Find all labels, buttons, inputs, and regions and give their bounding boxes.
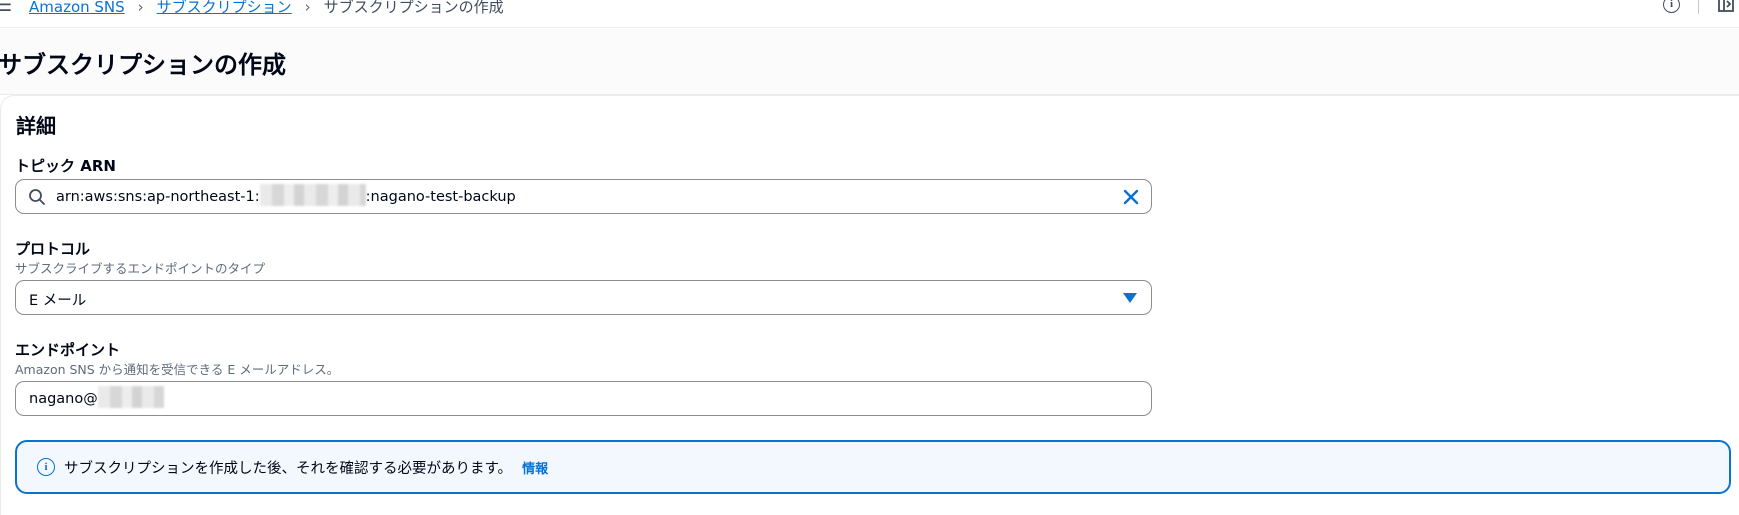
close-icon[interactable] [1121,187,1141,207]
divider [1698,0,1699,14]
endpoint-value: nagano@ [29,386,164,408]
endpoint-label: エンドポイント [15,341,121,359]
endpoint-description: Amazon SNS から通知を受信できる E メールアドレス。 [15,362,340,377]
info-alert: i サブスクリプションを作成した後、それを確認する必要があります。 情報 [15,440,1731,494]
hamburger-menu-icon[interactable]: ☰ [0,0,12,16]
info-icon: i [37,458,55,476]
endpoint-input[interactable]: nagano@ [15,381,1152,416]
page-header: サブスクリプションの作成 [0,29,1739,95]
search-icon [29,189,45,205]
topic-arn-prefix: arn:aws:sns:ap-northeast-1: [56,189,260,205]
top-navigation-bar: ☰ Amazon SNS › サブスクリプション › サブスクリプションの作成 … [0,0,1739,28]
topic-arn-suffix: :nagano-test-backup [365,189,516,205]
protocol-select[interactable]: E メール [15,280,1152,315]
breadcrumb-link-amazon-sns[interactable]: Amazon SNS [29,0,125,16]
protocol-selected-value: E メール [29,293,87,309]
panel-toggle-icon[interactable] [1717,0,1739,14]
chevron-right-icon: › [137,0,144,16]
breadcrumb-current: サブスクリプションの作成 [323,0,504,16]
endpoint-prefix: nagano@ [29,391,98,407]
page-title: サブスクリプションの作成 [0,51,286,79]
info-link[interactable]: 情報 [522,462,548,477]
topic-arn-label: トピック ARN [15,157,116,175]
topic-arn-input[interactable]: arn:aws:sns:ap-northeast-1: :nagano-test-… [15,179,1152,214]
alert-message-text: サブスクリプションを作成した後、それを確認する必要があります。 [64,461,513,477]
redacted-email-domain [97,386,164,408]
redacted-account-id [259,184,366,206]
topic-arn-value: arn:aws:sns:ap-northeast-1: :nagano-test-… [56,184,516,206]
chevron-right-icon: › [304,0,311,16]
breadcrumb: Amazon SNS › サブスクリプション › サブスクリプションの作成 [29,0,504,17]
info-icon[interactable]: i [1663,0,1680,13]
top-utility-icons: i [1663,0,1739,14]
protocol-label: プロトコル [15,240,91,258]
protocol-description: サブスクライブするエンドポイントのタイプ [15,261,266,276]
breadcrumb-link-subscriptions[interactable]: サブスクリプション [157,0,292,17]
section-title-details: 詳細 [16,114,56,138]
alert-message: サブスクリプションを作成した後、それを確認する必要があります。 情報 [64,457,548,478]
caret-down-icon [1123,293,1137,303]
